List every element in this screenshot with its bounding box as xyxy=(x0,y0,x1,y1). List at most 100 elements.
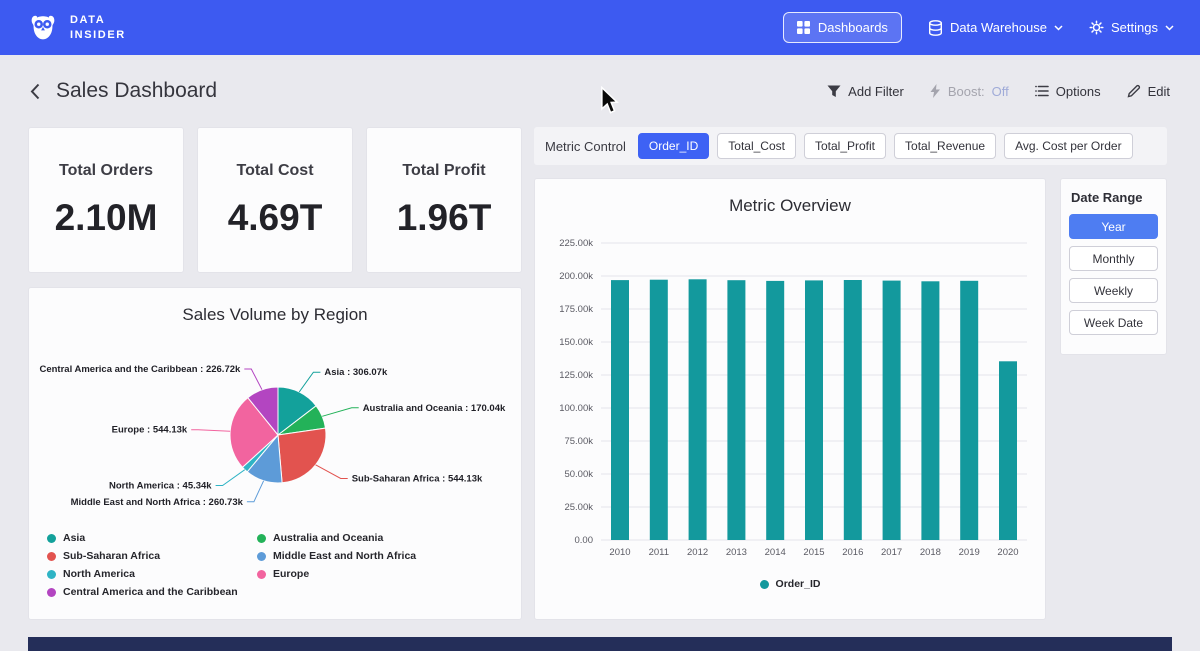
legend-label: Australia and Oceania xyxy=(273,532,383,544)
legend-dot xyxy=(760,580,769,589)
kpi-row: Total Orders 2.10M Total Cost 4.69T Tota… xyxy=(28,127,522,273)
pie-label-line xyxy=(299,372,320,392)
brand-logo[interactable]: DATA INSIDER xyxy=(26,11,126,45)
svg-text:2018: 2018 xyxy=(920,547,941,558)
pie-legend: Asia Sub-Saharan Africa North America Centr… xyxy=(47,532,467,598)
kpi-card-total-profit: Total Profit 1.96T xyxy=(366,127,522,273)
edit-button[interactable]: Edit xyxy=(1127,84,1170,99)
svg-text:25.00k: 25.00k xyxy=(564,502,593,513)
funnel-icon xyxy=(827,85,841,98)
legend-label: Sub-Saharan Africa xyxy=(63,550,160,562)
bar-chart-title: Metric Overview xyxy=(535,196,1045,216)
legend-dot xyxy=(47,570,56,579)
svg-text:2020: 2020 xyxy=(997,547,1018,558)
metric-button-order-id[interactable]: Order_ID xyxy=(638,133,709,159)
boost-state: Off xyxy=(992,84,1009,99)
date-range-panel: Date Range Year Monthly Weekly Week Date xyxy=(1060,178,1167,355)
legend-item: Central America and the Caribbean xyxy=(47,586,257,598)
svg-text:2014: 2014 xyxy=(765,547,786,558)
metric-control-label: Metric Control xyxy=(545,139,626,154)
legend-item: Europe xyxy=(257,568,467,580)
bolt-icon xyxy=(930,84,941,98)
back-button[interactable] xyxy=(30,83,40,100)
bar xyxy=(883,281,901,540)
brand-name: DATA INSIDER xyxy=(70,13,126,43)
kpi-label: Total Orders xyxy=(29,162,183,180)
boost-toggle[interactable]: Boost: Off xyxy=(930,84,1009,99)
metric-button-total-revenue[interactable]: Total_Revenue xyxy=(894,133,996,159)
legend-label: North America xyxy=(63,568,135,580)
chevron-left-icon xyxy=(30,83,40,100)
legend-column: Australia and Oceania Middle East and Nor… xyxy=(257,532,467,598)
page: DATA INSIDER Dashboards xyxy=(0,0,1200,651)
legend-dot xyxy=(47,534,56,543)
edit-label: Edit xyxy=(1148,84,1170,99)
legend-dot xyxy=(257,552,266,561)
add-filter-button[interactable]: Add Filter xyxy=(827,84,904,99)
pie-label: Central America and the Caribbean : 226.… xyxy=(39,364,241,375)
settings-menu[interactable]: Settings xyxy=(1089,20,1174,35)
brand-line-1: DATA xyxy=(70,13,126,28)
gear-icon xyxy=(1089,20,1104,35)
bar xyxy=(844,280,862,540)
metric-button-avg-cost-per-order[interactable]: Avg. Cost per Order xyxy=(1004,133,1133,159)
legend-column: Asia Sub-Saharan Africa North America Centr… xyxy=(47,532,257,598)
svg-text:200.00k: 200.00k xyxy=(559,271,593,282)
kpi-label: Total Profit xyxy=(367,162,521,180)
legend-item: Sub-Saharan Africa xyxy=(47,550,257,562)
kpi-value: 1.96T xyxy=(367,197,521,239)
pie-label-line xyxy=(322,408,359,417)
add-filter-label: Add Filter xyxy=(848,84,904,99)
bar xyxy=(727,280,745,540)
options-button[interactable]: Options xyxy=(1035,84,1101,99)
date-range-button-monthly[interactable]: Monthly xyxy=(1069,246,1158,271)
svg-text:175.00k: 175.00k xyxy=(559,304,593,315)
legend-item: Australia and Oceania xyxy=(257,532,467,544)
dashboards-button[interactable]: Dashboards xyxy=(783,12,902,43)
svg-text:2019: 2019 xyxy=(959,547,980,558)
pie-slice xyxy=(278,428,326,483)
legend-label: Order_ID xyxy=(776,578,821,590)
svg-text:2017: 2017 xyxy=(881,547,902,558)
legend-item: Middle East and North Africa xyxy=(257,550,467,562)
page-header: Sales Dashboard Add Filter Boost: Off xyxy=(0,55,1200,127)
pie-label: Sub-Saharan Africa : 544.13k xyxy=(352,474,483,485)
footer-strip xyxy=(28,637,1172,651)
data-warehouse-menu[interactable]: Data Warehouse xyxy=(928,20,1063,36)
bar xyxy=(689,279,707,540)
owl-logo-icon xyxy=(26,11,60,45)
date-range-title: Date Range xyxy=(1069,190,1158,205)
bar xyxy=(805,280,823,540)
legend-label: Asia xyxy=(63,532,85,544)
metric-button-total-profit[interactable]: Total_Profit xyxy=(804,133,886,159)
top-navbar: DATA INSIDER Dashboards xyxy=(0,0,1200,55)
navbar-menu: Dashboards Data Warehouse xyxy=(783,12,1174,43)
svg-text:2016: 2016 xyxy=(842,547,863,558)
svg-text:2010: 2010 xyxy=(609,547,630,558)
legend-item: North America xyxy=(47,568,257,580)
bar xyxy=(999,361,1017,540)
kpi-card-total-orders: Total Orders 2.10M xyxy=(28,127,184,273)
list-icon xyxy=(1035,85,1049,97)
svg-text:100.00k: 100.00k xyxy=(559,403,593,414)
bar xyxy=(921,281,939,540)
data-warehouse-label: Data Warehouse xyxy=(950,20,1047,35)
date-range-button-weekly[interactable]: Weekly xyxy=(1069,278,1158,303)
kpi-value: 2.10M xyxy=(29,197,183,239)
legend-dot xyxy=(257,534,266,543)
bar xyxy=(611,280,629,540)
pencil-icon xyxy=(1127,84,1141,98)
date-range-button-year[interactable]: Year xyxy=(1069,214,1158,239)
bar xyxy=(650,280,668,540)
date-range-button-week-date[interactable]: Week Date xyxy=(1069,310,1158,335)
svg-text:225.00k: 225.00k xyxy=(559,238,593,249)
legend-label: Middle East and North Africa xyxy=(273,550,416,562)
pie-label-line xyxy=(247,481,264,502)
svg-text:2012: 2012 xyxy=(687,547,708,558)
svg-text:50.00k: 50.00k xyxy=(564,469,593,480)
svg-text:2013: 2013 xyxy=(726,547,747,558)
grid-icon xyxy=(797,21,810,34)
pie-label: Australia and Oceania : 170.04k xyxy=(363,403,506,414)
legend-label: Central America and the Caribbean xyxy=(63,586,238,598)
metric-button-total-cost[interactable]: Total_Cost xyxy=(717,133,796,159)
